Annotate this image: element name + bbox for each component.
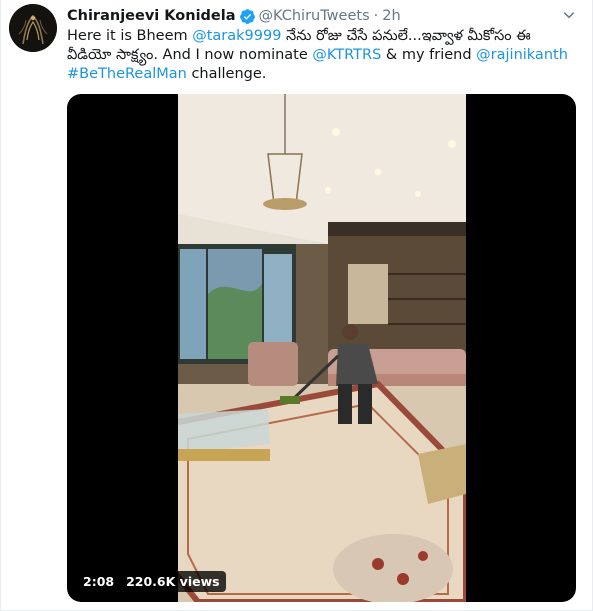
tweet-text-segment: నేను రోజు చేసే పనులే...ఇవ్వాళ మీకోసం ఈ bbox=[281, 28, 531, 44]
tweet-header: Chiranjeevi Konidela @KChiruTweets · 2h bbox=[67, 6, 401, 26]
mention-link[interactable]: @tarak9999 bbox=[192, 28, 281, 44]
video-duration: 2:08 bbox=[83, 574, 115, 589]
author-handle[interactable]: @KChiruTweets bbox=[259, 8, 370, 24]
video-views: 220.6K views bbox=[126, 574, 220, 589]
mention-link[interactable]: @KTRTRS bbox=[312, 47, 381, 63]
video-frame[interactable] bbox=[178, 94, 466, 602]
tweet-text-segment: challenge. bbox=[186, 66, 267, 82]
tweet-timestamp[interactable]: 2h bbox=[382, 8, 400, 24]
tweet-text-segment: & my friend bbox=[381, 47, 477, 63]
tweet-text: Here it is Bheem @tarak9999 నేను రోజు చే… bbox=[67, 27, 577, 84]
header-separator: · bbox=[373, 8, 379, 24]
verified-badge-icon bbox=[239, 8, 255, 24]
video-info-badge: 2:08 220.6K views bbox=[77, 571, 226, 592]
video-thumbnail bbox=[178, 94, 466, 602]
tweet-text-segment: వీడియో సాక్ష్యం. And I now nominate bbox=[67, 47, 313, 63]
tweet-text-line: #BeTheRealMan challenge. bbox=[67, 65, 577, 84]
author-avatar[interactable] bbox=[9, 4, 57, 52]
tweet-text-line: వీడియో సాక్ష్యం. And I now nominate @KTR… bbox=[67, 46, 577, 65]
tweet-text-segment: Here it is Bheem bbox=[67, 28, 193, 44]
hashtag-link[interactable]: #BeTheRealMan bbox=[67, 66, 187, 82]
tweet-card[interactable]: Chiranjeevi Konidela @KChiruTweets · 2h … bbox=[0, 0, 593, 611]
video-player[interactable]: 2:08 220.6K views bbox=[67, 94, 576, 602]
chevron-down-icon[interactable] bbox=[560, 6, 578, 24]
avatar-image bbox=[9, 4, 57, 52]
author-name[interactable]: Chiranjeevi Konidela bbox=[67, 8, 236, 24]
mention-link[interactable]: @rajinikanth bbox=[476, 47, 568, 63]
tweet-text-line: Here it is Bheem @tarak9999 నేను రోజు చే… bbox=[67, 27, 577, 46]
